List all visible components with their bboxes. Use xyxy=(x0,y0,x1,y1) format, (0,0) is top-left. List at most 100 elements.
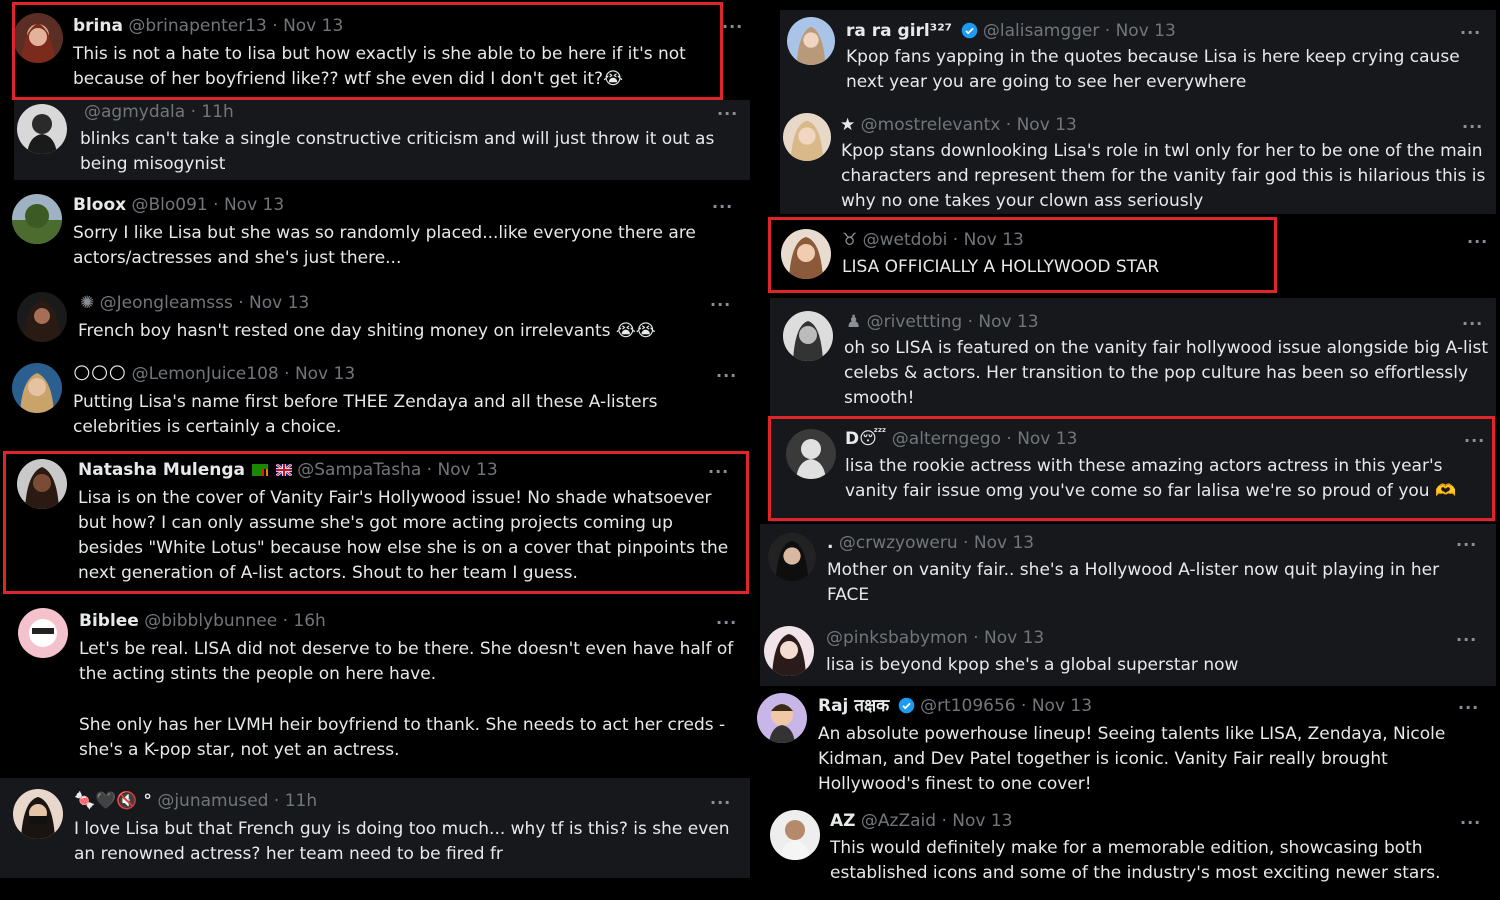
timestamp[interactable]: 11h xyxy=(201,102,233,122)
user-handle[interactable]: @brinapenter13 xyxy=(128,16,266,36)
timestamp[interactable]: 16h xyxy=(293,611,325,631)
display-name[interactable]: ★ xyxy=(840,115,855,135)
tweet-lalisamgger[interactable]: ra ra girl³²⁷ @lalisamgger · Nov 13 ··· … xyxy=(780,10,1496,106)
user-handle[interactable]: @bibblybunnee xyxy=(144,611,277,631)
display-name[interactable]: ♉ xyxy=(842,230,857,250)
tweet-azzaid[interactable]: AZ @AzZaid · Nov 13 ··· This would defin… xyxy=(760,800,1496,896)
tweet-pinksbabymon[interactable]: @pinksbabymon · Nov 13 ··· lisa is beyon… xyxy=(760,620,1496,686)
more-options-icon[interactable]: ··· xyxy=(712,199,733,215)
more-options-icon[interactable]: ··· xyxy=(708,464,729,480)
more-options-icon[interactable]: ··· xyxy=(710,297,731,313)
avatar[interactable] xyxy=(783,311,833,361)
tweet-brina[interactable]: brina @brinapenter13 · Nov 13 ··· This i… xyxy=(0,0,752,100)
user-handle[interactable]: @rivettting xyxy=(867,312,963,332)
avatar[interactable] xyxy=(783,113,831,161)
avatar[interactable] xyxy=(764,626,814,676)
display-name[interactable]: ra ra girl³²⁷ xyxy=(846,21,952,41)
user-handle[interactable]: @LemonJuice108 xyxy=(132,364,279,384)
timestamp[interactable]: Nov 13 xyxy=(1017,115,1077,135)
display-name[interactable]: Bloox xyxy=(73,195,126,215)
avatar[interactable] xyxy=(17,104,67,154)
avatar[interactable] xyxy=(786,429,836,479)
tweet-mostrelevantx[interactable]: ★ @mostrelevantx · Nov 13 ··· Kpop stans… xyxy=(780,106,1496,214)
timestamp[interactable]: Nov 13 xyxy=(964,230,1024,250)
more-options-icon[interactable]: ··· xyxy=(1456,537,1477,553)
display-name[interactable]: Biblee xyxy=(79,611,139,631)
timestamp[interactable]: Nov 13 xyxy=(1032,696,1092,716)
user-handle[interactable]: @pinksbabymon xyxy=(826,628,968,648)
tweet-rt109656[interactable]: Raj तक्षक @rt109656 · Nov 13 ··· An abso… xyxy=(752,688,1496,800)
user-handle[interactable]: @SampaTasha xyxy=(297,460,421,480)
more-options-icon[interactable]: ··· xyxy=(1456,632,1477,648)
user-handle[interactable]: @rt109656 xyxy=(920,696,1016,716)
more-options-icon[interactable]: ··· xyxy=(716,368,737,384)
timestamp[interactable]: Nov 13 xyxy=(283,16,343,36)
user-handle[interactable]: @Blo091 xyxy=(132,195,208,215)
user-handle[interactable]: @crwzyoweru xyxy=(839,533,958,553)
display-name[interactable]: 🍬🖤🔇 ° xyxy=(74,791,152,811)
timestamp[interactable]: Nov 13 xyxy=(984,628,1044,648)
avatar[interactable] xyxy=(781,229,831,279)
display-name[interactable]: brina xyxy=(73,16,123,36)
timestamp[interactable]: Nov 13 xyxy=(224,195,284,215)
more-options-icon[interactable]: ··· xyxy=(716,615,737,631)
user-handle[interactable]: @alterngego xyxy=(892,429,1001,449)
timestamp[interactable]: Nov 13 xyxy=(249,293,309,313)
tweet-bloox[interactable]: Bloox @Blo091 · Nov 13 ··· Sorry I like … xyxy=(0,186,752,284)
avatar[interactable] xyxy=(757,693,807,743)
display-name[interactable]: AZ xyxy=(830,811,855,831)
avatar[interactable] xyxy=(13,13,63,63)
more-options-icon[interactable]: ··· xyxy=(1464,433,1485,449)
display-name[interactable]: D😴 xyxy=(845,429,886,449)
user-handle[interactable]: @lalisamgger xyxy=(983,21,1099,41)
more-options-icon[interactable]: ··· xyxy=(1462,119,1483,135)
tweet-rivettting[interactable]: ♟ @rivettting · Nov 13 ··· oh so LISA is… xyxy=(770,298,1496,416)
more-options-icon[interactable]: ··· xyxy=(1460,815,1481,831)
more-options-icon[interactable]: ··· xyxy=(710,795,731,811)
display-name[interactable]: . xyxy=(827,533,833,553)
avatar[interactable] xyxy=(770,810,820,860)
avatar[interactable] xyxy=(13,789,63,839)
tweet-crwzyoweru[interactable]: . @crwzyoweru · Nov 13 ··· Mother on van… xyxy=(760,524,1496,620)
avatar[interactable] xyxy=(12,363,62,413)
display-name[interactable]: 🌕🌕🌕 xyxy=(73,364,126,384)
more-options-icon[interactable]: ··· xyxy=(722,19,743,35)
avatar[interactable] xyxy=(17,459,67,509)
user-handle[interactable]: @agmydala xyxy=(84,102,185,122)
display-name-icon[interactable]: ✺ xyxy=(80,293,94,313)
user-handle[interactable]: @Jeongleamsss xyxy=(100,293,233,313)
more-options-icon[interactable]: ··· xyxy=(1462,316,1483,332)
avatar[interactable] xyxy=(17,292,67,342)
timestamp[interactable]: Nov 13 xyxy=(952,811,1012,831)
tweet-wetdobi[interactable]: ♉ @wetdobi · Nov 13 ··· LISA OFFICIALLY … xyxy=(770,218,1496,290)
user-handle[interactable]: @mostrelevantx xyxy=(861,115,1001,135)
display-name[interactable]: Natasha Mulenga xyxy=(78,460,245,480)
more-options-icon[interactable]: ··· xyxy=(1458,700,1479,716)
tweet-jeongleamsss[interactable]: ✺ @Jeongleamsss · Nov 13 ··· French boy … xyxy=(14,286,750,352)
timestamp[interactable]: Nov 13 xyxy=(978,312,1038,332)
avatar[interactable] xyxy=(12,194,62,244)
more-options-icon[interactable]: ··· xyxy=(1467,234,1488,250)
tweet-lemonjuice[interactable]: 🌕🌕🌕 @LemonJuice108 · Nov 13 ··· Putting … xyxy=(0,356,752,448)
tweet-alterngego[interactable]: D😴 @alterngego · Nov 13 ··· lisa the roo… xyxy=(770,418,1496,522)
avatar[interactable] xyxy=(768,533,816,581)
timestamp[interactable]: 11h xyxy=(285,791,317,811)
more-options-icon[interactable]: ··· xyxy=(1460,25,1481,41)
timestamp[interactable]: Nov 13 xyxy=(295,364,355,384)
tweet-agmydala[interactable]: @agmydala · 11h ··· blinks can't take a … xyxy=(14,100,750,180)
user-handle[interactable]: @junamused xyxy=(157,791,268,811)
user-handle[interactable]: @AzZaid xyxy=(861,811,936,831)
user-handle[interactable]: @wetdobi xyxy=(863,230,948,250)
avatar[interactable] xyxy=(18,608,68,658)
tweet-biblee[interactable]: Biblee @bibblybunnee · 16h ··· Let's be … xyxy=(0,600,752,776)
tweet-natasha[interactable]: Natasha Mulenga @SampaTasha · Nov 13 ···… xyxy=(0,450,752,598)
display-name[interactable]: Raj तक्षक xyxy=(818,696,889,716)
timestamp[interactable]: Nov 13 xyxy=(1017,429,1077,449)
timestamp[interactable]: Nov 13 xyxy=(974,533,1034,553)
tweet-junamused[interactable]: 🍬🖤🔇 ° @junamused · 11h ··· I love Lisa b… xyxy=(0,778,750,878)
timestamp[interactable]: Nov 13 xyxy=(1116,21,1176,41)
timestamp[interactable]: Nov 13 xyxy=(437,460,497,480)
avatar[interactable] xyxy=(787,17,835,65)
more-options-icon[interactable]: ··· xyxy=(717,106,738,122)
display-name[interactable]: ♟ xyxy=(846,312,861,332)
